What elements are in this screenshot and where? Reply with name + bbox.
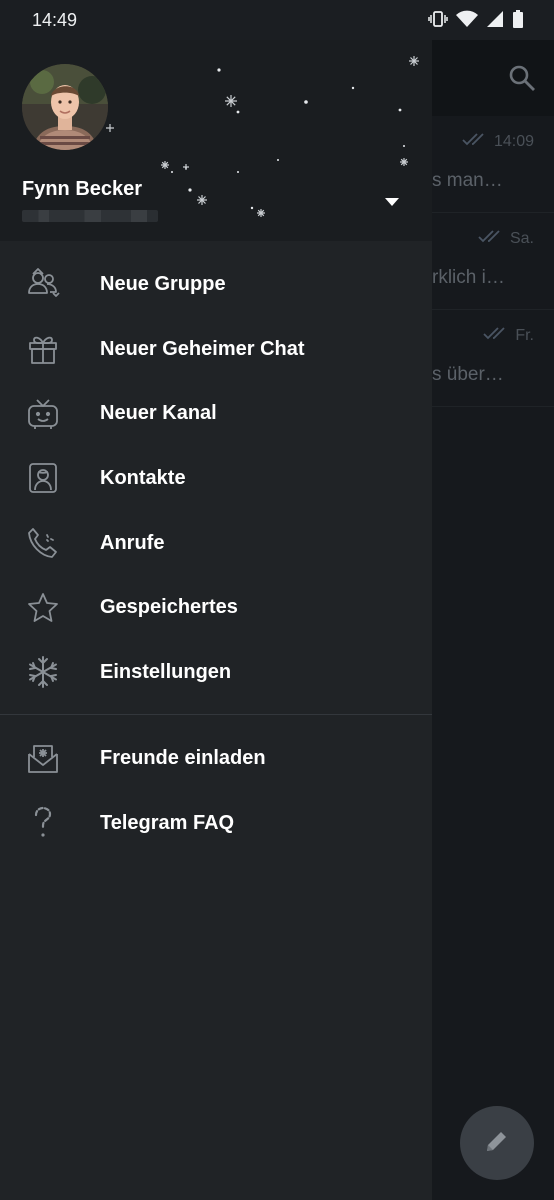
drawer-header: Fynn Becker	[0, 40, 432, 241]
menu-item-new-group[interactable]: Neue Gruppe	[0, 252, 432, 317]
channel-tv-icon	[24, 395, 62, 433]
phone-number-redacted	[22, 210, 158, 222]
signal-icon	[486, 10, 504, 33]
snowflake-icon	[24, 653, 62, 691]
navigation-drawer: Fynn Becker Neue Gruppe Neuer Geheimer C…	[0, 40, 432, 1200]
menu-item-label: Gespeichertes	[100, 596, 238, 619]
invite-envelope-icon	[24, 739, 62, 777]
menu-item-saved[interactable]: Gespeichertes	[0, 575, 432, 640]
chat-preview: s man…	[432, 170, 503, 191]
menu-item-invite-friends[interactable]: Freunde einladen	[0, 726, 432, 791]
chat-preview: s über…	[432, 364, 504, 385]
drawer-menu-secondary: Freunde einladen Telegram FAQ	[0, 726, 432, 855]
menu-item-label: Kontakte	[100, 466, 186, 489]
user-name: Fynn Becker	[22, 178, 143, 200]
vibrate-icon	[428, 10, 448, 33]
menu-item-label: Neue Gruppe	[100, 272, 226, 295]
menu-item-new-secret-chat[interactable]: Neuer Geheimer Chat	[0, 317, 432, 382]
chat-preview: rklich i…	[432, 267, 505, 288]
chat-list-toolbar	[432, 40, 554, 116]
battery-icon	[512, 10, 524, 33]
chat-row[interactable]: Fr. s über…	[432, 310, 554, 407]
chat-time: 14:09	[493, 132, 534, 150]
chat-list-background: 14:09 s man… Sa. rklich i… Fr. s über…	[432, 40, 554, 1200]
calls-icon	[24, 524, 62, 562]
menu-item-label: Freunde einladen	[100, 746, 266, 769]
menu-item-telegram-faq[interactable]: Telegram FAQ	[0, 791, 432, 856]
menu-divider	[0, 714, 432, 715]
menu-item-label: Telegram FAQ	[100, 811, 235, 834]
double-check-icon	[462, 132, 488, 151]
status-bar: 14:49	[0, 0, 554, 40]
chat-row[interactable]: Sa. rklich i…	[432, 213, 554, 310]
triangle-down-icon	[382, 198, 402, 216]
drawer-menu: Neue Gruppe Neuer Geheimer Chat Neuer Ka…	[0, 252, 432, 705]
star-icon	[24, 589, 62, 627]
wifi-icon	[456, 10, 478, 33]
account-switch-toggle[interactable]	[382, 192, 402, 212]
avatar[interactable]	[22, 64, 108, 150]
chat-time: Fr.	[515, 326, 534, 344]
double-check-icon	[478, 229, 504, 248]
menu-item-settings[interactable]: Einstellungen	[0, 640, 432, 705]
new-group-icon	[24, 265, 62, 303]
pencil-icon	[484, 1128, 510, 1159]
menu-item-label: Neuer Kanal	[100, 402, 217, 425]
menu-item-label: Einstellungen	[100, 660, 232, 683]
avatar-photo	[22, 64, 108, 150]
status-time: 14:49	[32, 10, 78, 30]
menu-item-label: Anrufe	[100, 531, 165, 554]
chat-time: Sa.	[509, 229, 534, 247]
menu-item-new-channel[interactable]: Neuer Kanal	[0, 381, 432, 446]
menu-item-calls[interactable]: Anrufe	[0, 511, 432, 576]
search-icon[interactable]	[508, 64, 536, 97]
double-check-icon	[483, 326, 509, 345]
contacts-icon	[24, 459, 62, 497]
gift-icon	[24, 330, 62, 368]
compose-button[interactable]	[460, 1106, 534, 1180]
candy-cane-question-icon	[24, 804, 62, 842]
menu-item-contacts[interactable]: Kontakte	[0, 446, 432, 511]
chat-row[interactable]: 14:09 s man…	[432, 116, 554, 213]
menu-item-label: Neuer Geheimer Chat	[100, 337, 305, 360]
status-icons	[428, 10, 524, 33]
